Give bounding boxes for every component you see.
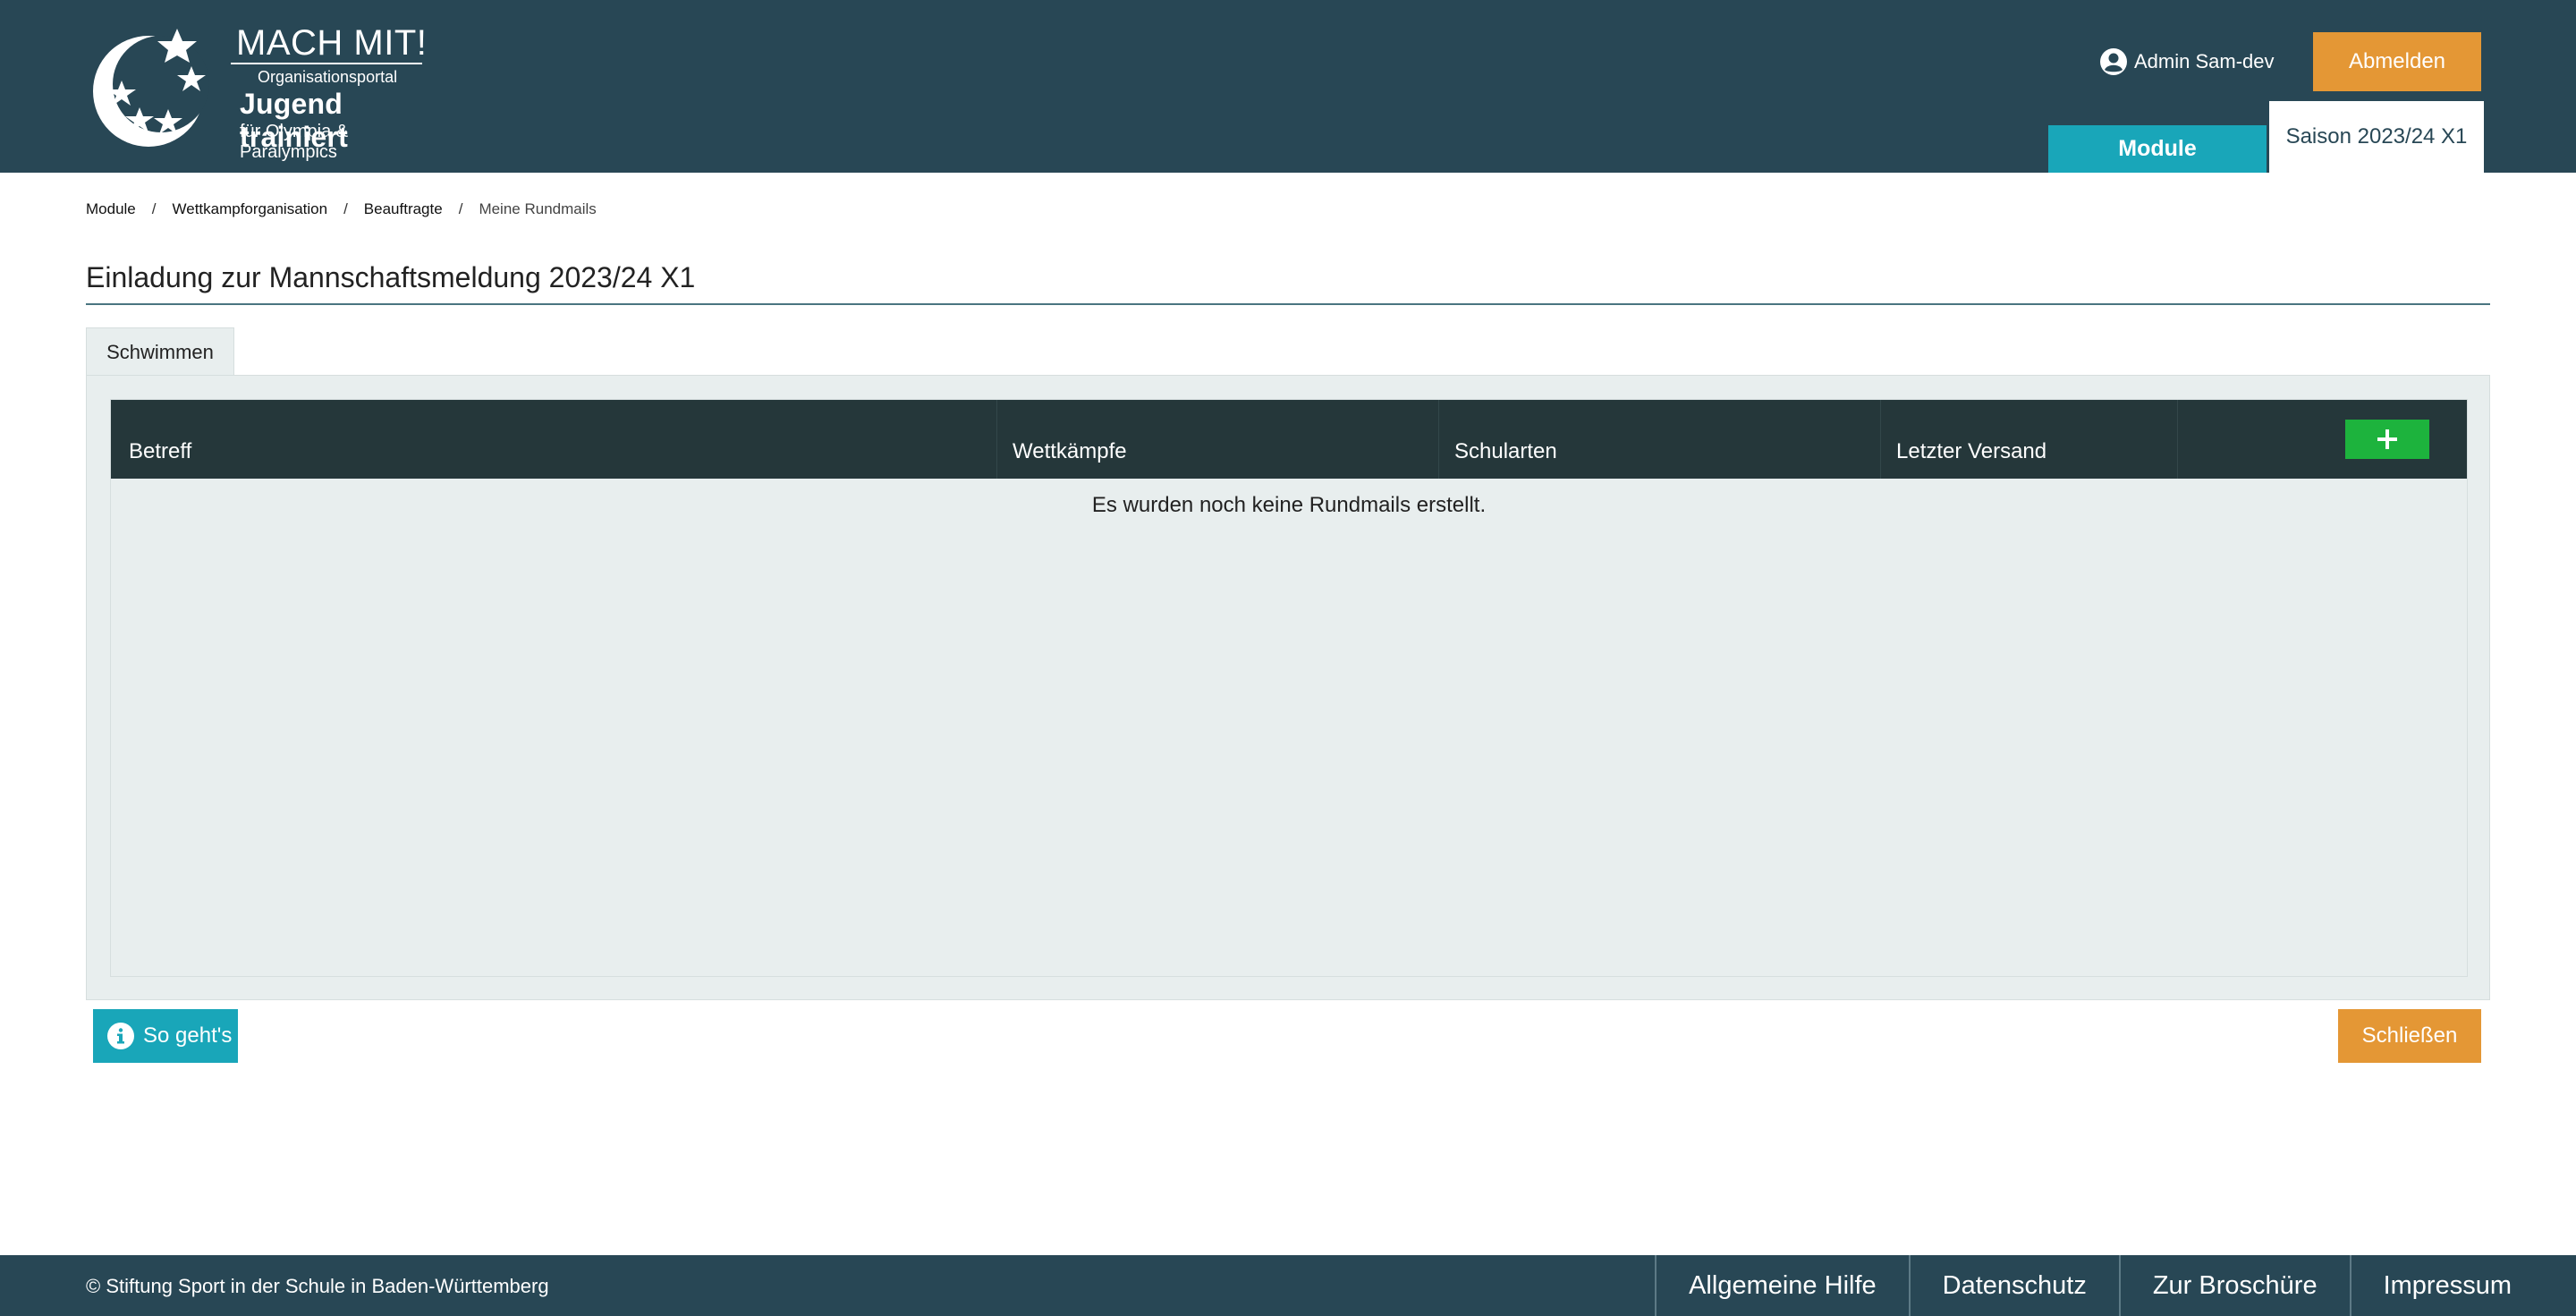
logo-subtitle: Organisationsportal bbox=[258, 68, 398, 86]
empty-table-message: Es wurden noch keine Rundmails erstellt. bbox=[1091, 493, 1487, 517]
tab-panel: Betreff Wettkämpfe Schularten Letzter Ve… bbox=[86, 375, 2490, 1000]
stars-emblem-icon bbox=[93, 29, 209, 147]
logout-button[interactable]: Abmelden bbox=[2313, 32, 2481, 91]
tab-season[interactable]: Saison 2023/24 X1 bbox=[2269, 101, 2484, 173]
breadcrumb-separator: / bbox=[343, 200, 348, 217]
logo-tagline: für Olympia & Paralympics bbox=[240, 122, 349, 162]
tab-module[interactable]: Module bbox=[2048, 125, 2267, 173]
breadcrumb-item-beauftragte[interactable]: Beauftragte bbox=[364, 200, 443, 218]
breadcrumb-item-wettkampforganisation[interactable]: Wettkampforganisation bbox=[173, 200, 328, 218]
user-menu[interactable]: Admin Sam-dev bbox=[2100, 48, 2275, 75]
page-title: Einladung zur Mannschaftsmeldung 2023/24… bbox=[86, 261, 696, 293]
title-divider bbox=[86, 303, 2490, 305]
column-header-letzter-versand[interactable]: Letzter Versand bbox=[1896, 439, 2046, 464]
column-divider bbox=[2177, 400, 2178, 479]
breadcrumb: Module / Wettkampforganisation / Beauftr… bbox=[86, 200, 597, 218]
column-divider bbox=[1438, 400, 1439, 479]
help-button-label: So geht's bbox=[143, 1023, 233, 1048]
tab-schwimmen[interactable]: Schwimmen bbox=[86, 327, 234, 376]
logo[interactable]: MACH MIT! Organisationsportal Jugend tra… bbox=[86, 21, 444, 162]
breadcrumb-separator: / bbox=[151, 200, 157, 217]
column-header-wettkaempfe[interactable]: Wettkämpfe bbox=[1013, 439, 1127, 464]
footer-link-impressum[interactable]: Impressum bbox=[2349, 1255, 2576, 1316]
column-header-schularten[interactable]: Schularten bbox=[1454, 439, 1557, 464]
footer-copyright: © Stiftung Sport in der Schule in Baden-… bbox=[86, 1275, 549, 1297]
app-header: MACH MIT! Organisationsportal Jugend tra… bbox=[0, 0, 2576, 173]
app-footer: © Stiftung Sport in der Schule in Baden-… bbox=[0, 1255, 2576, 1316]
add-rundmail-button[interactable] bbox=[2345, 420, 2429, 459]
footer-links: Allgemeine Hilfe Datenschutz Zur Broschü… bbox=[1655, 1255, 2576, 1316]
help-button[interactable]: So geht's bbox=[93, 1009, 238, 1063]
column-divider bbox=[996, 400, 997, 479]
footer-link-allgemeine-hilfe[interactable]: Allgemeine Hilfe bbox=[1655, 1255, 1909, 1316]
info-icon bbox=[107, 1023, 134, 1049]
user-account-icon bbox=[2100, 48, 2127, 75]
logo-title: MACH MIT! bbox=[236, 23, 428, 63]
column-divider bbox=[1880, 400, 1881, 479]
footer-link-broschuere[interactable]: Zur Broschüre bbox=[2118, 1255, 2350, 1316]
breadcrumb-item-current: Meine Rundmails bbox=[479, 200, 597, 217]
breadcrumb-separator: / bbox=[458, 200, 463, 217]
breadcrumb-item-module[interactable]: Module bbox=[86, 200, 136, 218]
plus-icon bbox=[2377, 429, 2397, 449]
close-button[interactable]: Schließen bbox=[2338, 1009, 2481, 1063]
rundmail-table: Betreff Wettkämpfe Schularten Letzter Ve… bbox=[110, 399, 2468, 977]
table-header: Betreff Wettkämpfe Schularten Letzter Ve… bbox=[111, 400, 2467, 479]
logo-divider bbox=[231, 63, 422, 64]
user-name: Admin Sam-dev bbox=[2134, 50, 2275, 72]
footer-link-datenschutz[interactable]: Datenschutz bbox=[1908, 1255, 2119, 1316]
column-header-betreff[interactable]: Betreff bbox=[129, 439, 191, 464]
